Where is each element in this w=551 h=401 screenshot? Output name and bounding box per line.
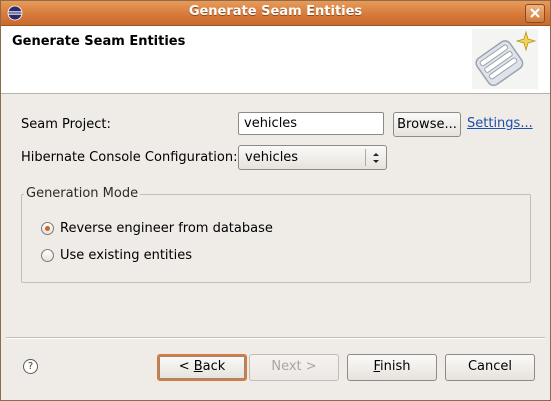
radio-existing-entities[interactable]: [41, 249, 54, 262]
finish-rest: inish: [380, 359, 411, 374]
settings-link[interactable]: Settings...: [467, 116, 533, 131]
hibernate-config-label: Hibernate Console Configuration:: [21, 150, 238, 165]
radio-reverse-engineer-label[interactable]: Reverse engineer from database: [60, 221, 273, 236]
browse-button[interactable]: Browse...: [393, 112, 461, 137]
radio-existing-entities-label[interactable]: Use existing entities: [60, 248, 192, 263]
close-icon: [530, 8, 540, 18]
dialog-window: Generate Seam Entities Generate Seam Ent…: [0, 0, 551, 401]
back-button[interactable]: < Back: [157, 354, 247, 381]
combo-separator: [365, 149, 366, 166]
close-button[interactable]: [525, 4, 545, 23]
title-bar[interactable]: Generate Seam Entities: [1, 1, 550, 26]
button-bar-separator: [6, 337, 545, 339]
generation-mode-title: Generation Mode: [24, 186, 141, 201]
help-icon[interactable]: ?: [23, 359, 38, 374]
wizard-banner: Generate Seam Entities: [1, 26, 550, 94]
hibernate-config-select[interactable]: vehicles: [238, 145, 387, 170]
radio-reverse-engineer[interactable]: [41, 222, 54, 235]
seam-wizard-icon: [472, 29, 538, 89]
finish-button[interactable]: Finish: [347, 354, 437, 381]
hibernate-config-value: vehicles: [245, 150, 299, 165]
cancel-button[interactable]: Cancel: [445, 354, 535, 381]
seam-project-input[interactable]: [238, 112, 384, 135]
generation-mode-group: [21, 194, 531, 283]
seam-project-label: Seam Project:: [21, 117, 111, 132]
spin-arrows-icon: [373, 153, 379, 163]
next-button[interactable]: Next >: [249, 354, 339, 381]
back-mnemonic: B: [193, 359, 203, 374]
window-title: Generate Seam Entities: [188, 4, 363, 19]
back-prefix: <: [178, 359, 194, 374]
back-rest: ack: [202, 359, 226, 374]
banner-title: Generate Seam Entities: [12, 34, 186, 49]
